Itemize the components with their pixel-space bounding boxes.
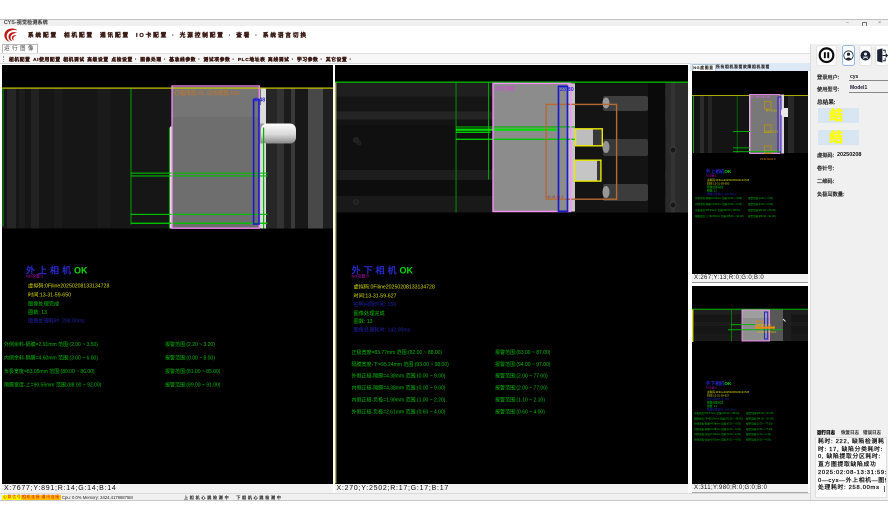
- svg-text:虚拟码:0Filine20250208133134728: 虚拟码:0Filine20250208133134728: [707, 390, 750, 394]
- svg-text:外侧正极-隔膜=4.38mm 范围:(0.00 ~ 9.00: 外侧正极-隔膜=4.38mm 范围:(0.00 ~ 9.00): [351, 372, 445, 379]
- svg-text:图像处理耗时: 298.00ms: 图像处理耗时: 298.00ms: [707, 192, 737, 196]
- svg-text:报警范围:(2.00 ~ 77.00): 报警范围:(2.00 ~ 77.00): [495, 384, 548, 391]
- svg-text:圈数: 13: 圈数: 13: [707, 404, 717, 408]
- svg-text:内侧余料-隔膜=4.60mm 范围:(3.00 ~ 6.00: 内侧余料-隔膜=4.60mm 范围:(3.00 ~ 6.00): [695, 202, 742, 206]
- svg-text:报警范围:(83.00 ~ 87.00): 报警范围:(83.00 ~ 87.00): [495, 349, 551, 356]
- svg-text:拍照间隔时间: 156: 拍照间隔时间: 156: [353, 300, 396, 308]
- svg-text:圈数: 13: 圈数: 13: [353, 317, 372, 325]
- svg-text:M4 60.5m: M4 60.5m: [766, 109, 778, 113]
- svg-text:23.80: 23.80: [560, 87, 574, 93]
- svg-text:圈数: 13: 圈数: 13: [707, 189, 717, 193]
- svg-text:报警范围:(1.10 ~ 2.10): 报警范围:(1.10 ~ 2.10): [746, 432, 771, 436]
- svg-text:报警范围:(2.00 ~ 77.00): 报警范围:(2.00 ~ 77.00): [746, 421, 772, 425]
- svg-text:隔膜宽度-下=95.24mm 范围:(93.00 ~ 98.: 隔膜宽度-下=95.24mm 范围:(93.00 ~ 98.00): [351, 360, 449, 367]
- svg-text:报警范围:(94.00 ~ 97.00): 报警范围:(94.00 ~ 97.00): [746, 416, 774, 420]
- svg-text:隔膜宽度-下=95.24mm 范围:(93.00 ~ 98.: 隔膜宽度-下=95.24mm 范围:(93.00 ~ 98.00): [694, 416, 743, 420]
- svg-text:报警范围:(2.00 ~ 77.00): 报警范围:(2.00 ~ 77.00): [495, 372, 548, 379]
- svg-text:隔膜宽度-上=90.56mm 范围:(88.00 ~ 92.: 隔膜宽度-上=90.56mm 范围:(88.00 ~ 92.00): [4, 381, 102, 388]
- svg-text:AI检测框: AI检测框: [495, 85, 515, 92]
- svg-text:图像处理完成: 图像处理完成: [353, 309, 384, 317]
- svg-text:拍照间隔时间: 156: 拍照间隔时间: 156: [707, 397, 730, 401]
- svg-text:外侧正极-负极=2.61mm 范围:(0.60 ~ 4.00: 外侧正极-负极=2.61mm 范围:(0.60 ~ 4.00): [351, 408, 445, 415]
- svg-text:NG次数:1: NG次数:1: [26, 272, 44, 278]
- svg-text:报警范围:(81.00 ~ 85.00): 报警范围:(81.00 ~ 85.00): [748, 208, 776, 212]
- svg-text:12.34 56.78 90.1: 12.34 56.78 90.1: [757, 329, 777, 333]
- svg-text:23.60 61.5 1: 23.60 61.5 1: [764, 130, 779, 134]
- svg-text:外侧余料-隔膜=2.91mm 范围:(2.00 ~ 3.50: 外侧余料-隔膜=2.91mm 范围:(2.00 ~ 3.50): [695, 196, 742, 200]
- svg-text:虚拟码:0Filine20250208133134728: 虚拟码:0Filine20250208133134728: [28, 281, 109, 289]
- svg-text:3.48: 3.48: [255, 97, 266, 103]
- svg-text:圈数: 13: 圈数: 13: [28, 308, 47, 316]
- svg-text:虚拟码:0Filine20250208133134728: 虚拟码:0Filine20250208133134728: [707, 178, 750, 182]
- svg-text:正极宽度=83.77mm 范围:(82.00 ~ 88.00: 正极宽度=83.77mm 范围:(82.00 ~ 88.00): [351, 349, 442, 356]
- svg-text:外侧余料-隔膜=2.91mm 范围:(2.00 ~ 3.50: 外侧余料-隔膜=2.91mm 范围:(2.00 ~ 3.50): [4, 341, 98, 348]
- svg-text:41.41 81.1: 41.41 81.1: [547, 195, 564, 199]
- svg-text:外侧正极-隔膜=4.38mm 范围:(0.00 ~ 9.00: 外侧正极-隔膜=4.38mm 范围:(0.00 ~ 9.00): [694, 421, 741, 425]
- svg-text:报警范围:(0.60 ~ 4.00): 报警范围:(0.60 ~ 4.00): [746, 437, 771, 441]
- svg-text:虚拟码:0Filine20250208133134728: 虚拟码:0Filine20250208133134728: [353, 282, 434, 290]
- svg-text:时间:13-31-59-627: 时间:13-31-59-627: [353, 291, 396, 299]
- svg-text:内侧余料-隔膜=4.60mm 范围:(3.00 ~ 6.00: 内侧余料-隔膜=4.60mm 范围:(3.00 ~ 6.00): [4, 354, 98, 361]
- svg-text:内侧正极-隔膜=4.38mm 范围:(0.00 ~ 9.00: 内侧正极-隔膜=4.38mm 范围:(0.00 ~ 9.00): [694, 426, 741, 430]
- svg-text:NG次数:0: NG次数:0: [706, 385, 717, 389]
- svg-text:报警范围:(1.10 ~ 2.10): 报警范围:(1.10 ~ 2.10): [495, 396, 545, 403]
- svg-text:外侧正极-负极=2.61mm 范围:(0.60 ~ 4.00: 外侧正极-负极=2.61mm 范围:(0.60 ~ 4.00): [694, 437, 741, 441]
- svg-text:灯箱阈值:93, 动态阈值:100: 灯箱阈值:93, 动态阈值:100: [174, 89, 239, 97]
- svg-text:23.63 Re21.8: 23.63 Re21.8: [760, 157, 776, 161]
- svg-text:时间:13-31-59-650: 时间:13-31-59-650: [707, 182, 730, 186]
- svg-text:时间:13-31-59-627: 时间:13-31-59-627: [707, 393, 730, 397]
- svg-text:报警范围:(81.00 ~ 85.00): 报警范围:(81.00 ~ 85.00): [165, 368, 221, 375]
- svg-text:图像处理完成: 图像处理完成: [707, 400, 723, 404]
- svg-text:报警范围:(0.00 ~ 8.00): 报警范围:(0.00 ~ 8.00): [748, 202, 773, 206]
- svg-text:正极宽度=83.77mm 范围:(82.00 ~ 88.00: 正极宽度=83.77mm 范围:(82.00 ~ 88.00): [694, 411, 739, 415]
- svg-text:内侧正极-隔膜=4.38mm 范围:(0.00 ~ 9.00: 内侧正极-隔膜=4.38mm 范围:(0.00 ~ 9.00): [351, 384, 445, 391]
- svg-text:图像处理耗时: 142.00ms: 图像处理耗时: 142.00ms: [353, 325, 410, 333]
- svg-text:报警范围:(2.20 ~ 3.20): 报警范围:(2.20 ~ 3.20): [165, 341, 215, 348]
- svg-text:报警范围:(89.00 ~ 91.00): 报警范围:(89.00 ~ 91.00): [165, 381, 221, 388]
- svg-text:NG次数:0: NG次数:0: [351, 272, 369, 278]
- svg-text:报警范围:(2.20 ~ 3.20): 报警范围:(2.20 ~ 3.20): [748, 196, 773, 200]
- svg-text:报警范围:(0.60 ~ 4.00): 报警范围:(0.60 ~ 4.00): [495, 408, 545, 415]
- svg-text:图像处理耗时: 142.00ms: 图像处理耗时: 142.00ms: [707, 407, 737, 411]
- svg-text:负极宽度=83.05mm 范围:(80.00 ~ 86.00: 负极宽度=83.05mm 范围:(80.00 ~ 86.00): [695, 208, 740, 212]
- svg-text:隔膜宽度-上=90.56mm 范围:(88.00 ~ 92.: 隔膜宽度-上=90.56mm 范围:(88.00 ~ 92.00): [695, 214, 744, 218]
- svg-text:图像处理完成: 图像处理完成: [707, 185, 723, 189]
- svg-text:图像处理完成: 图像处理完成: [28, 299, 59, 307]
- svg-text:负极宽度=83.05mm 范围:(80.00 ~ 86.00: 负极宽度=83.05mm 范围:(80.00 ~ 86.00): [4, 368, 95, 375]
- svg-text:NG次数:1: NG次数:1: [706, 174, 717, 178]
- svg-text:报警范围:(89.00 ~ 91.00): 报警范围:(89.00 ~ 91.00): [748, 214, 776, 218]
- svg-text:外上相机AI检测框: 外上相机AI检测框: [751, 95, 771, 99]
- svg-text:12.34 56.78: 12.34 56.78: [757, 322, 771, 326]
- svg-text:报警范围:(94.00 ~ 97.00): 报警范围:(94.00 ~ 97.00): [495, 360, 551, 367]
- svg-text:报警范围:(0.00 ~ 8.00): 报警范围:(0.00 ~ 8.00): [165, 354, 215, 361]
- svg-text:时间:13-31-59-650: 时间:13-31-59-650: [28, 290, 71, 298]
- svg-text:报警范围:(2.00 ~ 77.00): 报警范围:(2.00 ~ 77.00): [746, 426, 772, 430]
- svg-text:内侧正极-负极=1.90mm 范围:(1.00 ~ 2.20: 内侧正极-负极=1.90mm 范围:(1.00 ~ 2.20): [351, 396, 445, 403]
- svg-text:报警范围:(83.00 ~ 87.00): 报警范围:(83.00 ~ 87.00): [746, 411, 774, 415]
- svg-text:图像处理耗时: 298.00ms: 图像处理耗时: 298.00ms: [28, 316, 85, 324]
- svg-text:内侧正极-负极=1.90mm 范围:(1.00 ~ 2.20: 内侧正极-负极=1.90mm 范围:(1.00 ~ 2.20): [694, 432, 741, 436]
